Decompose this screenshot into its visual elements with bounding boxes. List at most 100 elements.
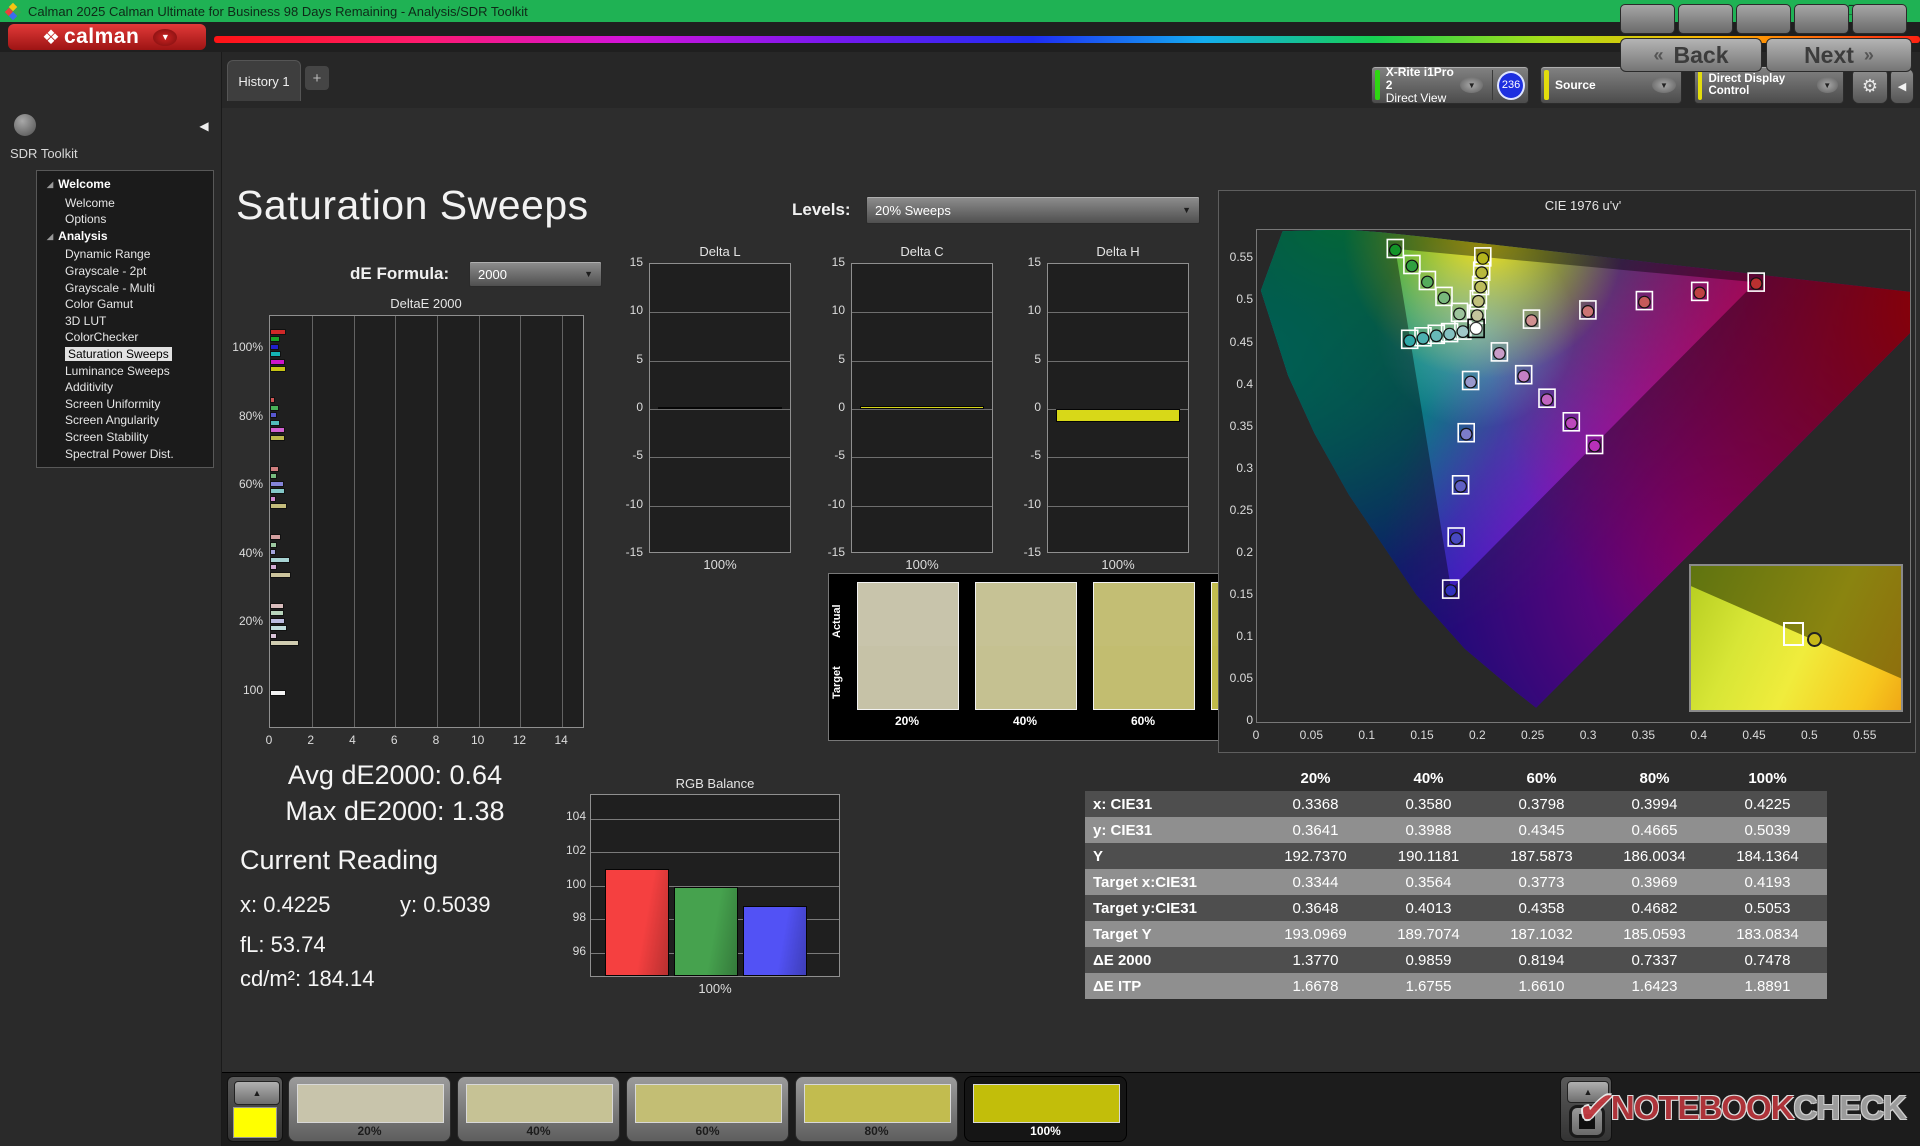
cie-measured-point [1422,276,1434,288]
de-bar [270,603,284,609]
sidebar-item-screen-uniformity[interactable]: Screen Uniformity [37,396,213,413]
toolbar-button-5[interactable] [1852,4,1907,34]
meter-name: X-Rite i1Pro 2 [1386,66,1461,92]
table-row: Target Y193.0969189.7074187.1032185.0593… [1085,921,1827,947]
sidebar-item-grayscale-multi[interactable]: Grayscale - Multi [37,280,213,297]
sidebar-item-welcome[interactable]: Welcome [37,195,213,212]
pattern-button-80%[interactable]: 80% [795,1076,958,1142]
source-label: Source [1555,78,1596,92]
sidebar-item-welcome[interactable]: ◢Welcome [37,176,213,195]
cie-white-point [1470,322,1482,334]
current-reading-title: Current Reading [240,845,438,876]
tree-item-label: ColorChecker [65,330,138,344]
de-bar [270,534,281,540]
rgb-balance-chart-title: RGB Balance [676,776,755,791]
sidebar-item-screen-stability[interactable]: Screen Stability [37,429,213,446]
session-up-button[interactable]: ▲ [1567,1081,1609,1103]
rgb-bar-green [674,887,738,976]
cie-measured-point [1460,428,1472,440]
sidebar-item-analysis[interactable]: ◢Analysis [37,228,213,247]
expander-icon[interactable]: ◢ [47,229,53,246]
cie-measured-point [1494,348,1506,360]
back-button[interactable]: « Back [1620,38,1762,72]
sidebar-item-grayscale-2pt[interactable]: Grayscale - 2pt [37,263,213,280]
de-bar [270,481,284,487]
pattern-scroll-panel: ▲ [227,1076,283,1142]
cie-y-tick: 0.55 [1221,250,1253,264]
toolbar-button-4[interactable] [1794,4,1849,34]
y-tick-label: 104 [556,809,586,823]
pattern-swatch [635,1084,782,1123]
y-tick-label: -10 [811,497,845,511]
sidebar-item-3d-lut[interactable]: 3D LUT [37,313,213,330]
table-cell: 0.4013 [1372,900,1485,917]
settings-gear-button[interactable]: ⚙ [1852,68,1888,104]
tab-history-1[interactable]: History 1 [227,60,301,101]
table-cell: 0.3994 [1598,796,1711,813]
row-label: x: CIE31 [1085,796,1259,813]
x-category-label: 100% [685,981,745,996]
stop-button[interactable] [1569,1105,1605,1138]
cie-x-tick: 0.4 [1683,728,1715,742]
avg-de2000-stat: Avg dE2000: 0.64 [250,760,540,791]
y-tick-label: 100 [556,877,586,891]
sidebar-item-additivity[interactable]: Additivity [37,379,213,396]
x-tick-label: 6 [386,733,402,747]
tree-item-label: Additivity [65,380,113,394]
inset-measured-point [1807,632,1822,647]
table-cell: 184.1364 [1711,848,1824,865]
x-category-label: 100% [897,557,947,572]
sidebar-dot-button[interactable] [14,114,36,136]
sidebar-item-saturation-sweeps[interactable]: Saturation Sweeps [37,346,213,363]
toolbar-button-1[interactable] [1620,4,1675,34]
levels-dropdown[interactable]: 20% Sweeps ▼ [866,196,1200,224]
cie-measured-point [1444,328,1456,340]
de-bar [270,405,279,411]
de-bar [270,351,281,357]
table-cell: 0.3773 [1485,874,1598,891]
y-tick-label: -15 [811,545,845,559]
sidebar-item-luminance-sweeps[interactable]: Luminance Sweeps [37,363,213,380]
cie-measured-point [1454,308,1466,320]
display-control-status-stripe [1698,70,1702,100]
row-label: y: CIE31 [1085,822,1259,839]
pattern-button-100%[interactable]: 100% [964,1076,1127,1142]
sidebar-item-spectral-power-dist-[interactable]: Spectral Power Dist. [37,446,213,463]
pattern-scroll-up-button[interactable]: ▲ [234,1081,280,1105]
meter-count-badge[interactable]: 236 [1497,71,1525,100]
gridline [1048,457,1188,458]
sidebar-item-dynamic-range[interactable]: Dynamic Range [37,246,213,263]
sidebar-collapse-button[interactable]: ◀ [196,116,212,136]
cie-measured-point [1750,278,1762,290]
toolbar-button-3[interactable] [1736,4,1791,34]
next-button[interactable]: Next » [1766,38,1912,72]
cie-y-tick: 0.05 [1221,671,1253,685]
y-tick-label: 98 [556,910,586,924]
toolbar-button-2[interactable] [1678,4,1733,34]
source-status-stripe [1544,70,1549,100]
calman-menu-button[interactable]: ❖ calman ▼ [8,24,206,50]
calman-brand: calman [64,25,139,49]
pattern-button-40%[interactable]: 40% [457,1076,620,1142]
cie-measured-point [1390,244,1402,256]
expander-icon[interactable]: ◢ [47,177,53,194]
pattern-button-60%[interactable]: 60% [626,1076,789,1142]
pattern-label: 40% [458,1124,619,1138]
table-cell: 183.0834 [1711,926,1824,943]
meter-dropdown[interactable]: X-Rite i1Pro 2 Direct View ▼ 236 [1371,66,1529,104]
add-tab-button[interactable]: + [305,66,329,90]
sidebar-item-screen-angularity[interactable]: Screen Angularity [37,412,213,429]
gridline [479,316,480,727]
de-formula-dropdown[interactable]: 2000 ▼ [469,261,602,287]
target-label: Target [831,650,847,716]
topbar-collapse-button[interactable]: ◀ [1890,68,1914,104]
table-cell: 189.7074 [1372,926,1485,943]
sidebar-item-colorchecker[interactable]: ColorChecker [37,329,213,346]
gridline [1048,361,1188,362]
sidebar-item-color-gamut[interactable]: Color Gamut [37,296,213,313]
cie-x-tick: 0.2 [1461,728,1493,742]
sidebar-item-options[interactable]: Options [37,211,213,228]
pattern-button-20%[interactable]: 20% [288,1076,451,1142]
de-bar [270,640,299,646]
cie-y-tick: 0 [1221,713,1253,727]
